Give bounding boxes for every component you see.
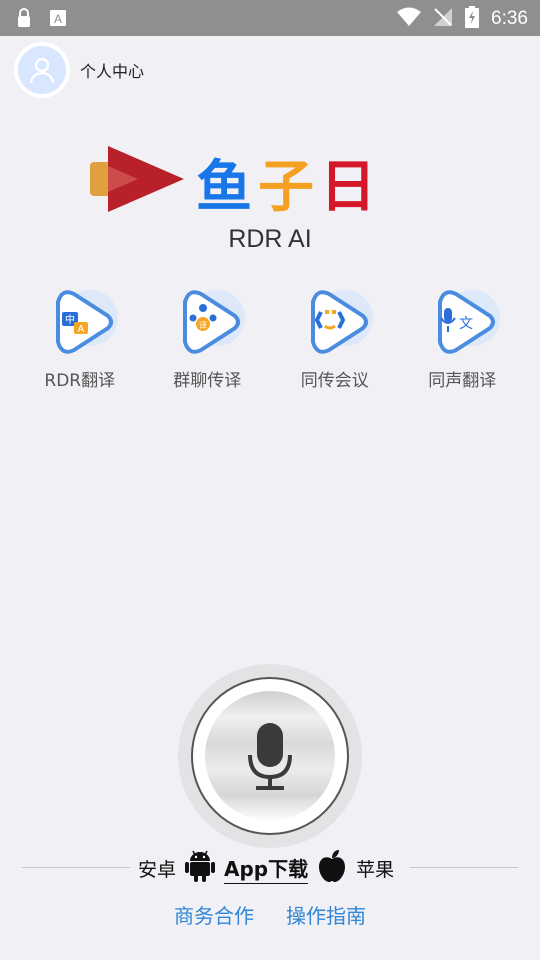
feature-meeting[interactable]: 同传会议 (271, 282, 399, 391)
feature-voice-translate[interactable]: 文 同声翻译 (399, 282, 527, 391)
app-download-link[interactable]: App下载 (224, 853, 309, 884)
guide-link[interactable]: 操作指南 (286, 900, 366, 929)
mic-inner (205, 691, 335, 821)
status-time: 6:36 (491, 8, 528, 29)
group-chat-icon: 译 (183, 290, 246, 354)
app-logo: 鱼子日 (88, 140, 458, 220)
app-name: RDR AI (228, 225, 312, 253)
feature-grid: 中 A RDR翻译 译 群聊传译 同传会议 文 同声翻译 (16, 282, 526, 391)
svg-text:A: A (54, 12, 62, 26)
voice-translate-icon: 文 (438, 290, 501, 354)
apple-icon[interactable] (316, 849, 348, 887)
lock-icon (16, 8, 32, 32)
apple-label[interactable]: 苹果 (356, 855, 394, 882)
logo-char-1: 鱼 (196, 155, 258, 220)
user-icon (29, 57, 55, 84)
no-signal-icon (433, 7, 453, 31)
download-row: 安卓 App下载 苹果 (22, 848, 518, 888)
mic-ring (191, 677, 349, 835)
svg-text:A: A (77, 324, 84, 335)
android-label[interactable]: 安卓 (138, 855, 176, 882)
logo-char-3: 日 (320, 155, 382, 220)
play-logo-icon (90, 146, 184, 212)
wifi-icon (397, 7, 422, 31)
android-icon[interactable] (184, 849, 216, 887)
translate-icon: 中 A (55, 290, 118, 354)
avatar[interactable] (14, 42, 70, 98)
mic-button[interactable] (178, 664, 362, 848)
business-link[interactable]: 商务合作 (174, 900, 254, 929)
font-a-icon: A (50, 8, 66, 32)
footer-links: 商务合作 操作指南 (0, 900, 540, 929)
profile-label: 个人中心 (80, 62, 145, 81)
logo-text: 鱼子日 (196, 142, 382, 223)
feature-label: RDR翻译 (44, 371, 116, 391)
divider-left (22, 867, 130, 868)
feature-group-chat[interactable]: 译 群聊传译 (144, 282, 272, 391)
feature-label: 群聊传译 (173, 371, 242, 391)
feature-label: 同声翻译 (428, 371, 497, 391)
voice-translate-icon-text: 文 (459, 316, 473, 332)
profile-button[interactable]: 个人中心 (14, 42, 144, 98)
group-chat-icon-text: 译 (199, 321, 207, 330)
battery-charging-icon (465, 6, 480, 32)
feature-label: 同传会议 (300, 371, 369, 391)
microphone-icon (248, 723, 292, 790)
feature-rdr-translate[interactable]: 中 A RDR翻译 (16, 282, 144, 391)
logo-char-2: 子 (258, 155, 320, 220)
translate-icon-text: 中 (65, 313, 75, 326)
divider-right (410, 867, 518, 868)
meeting-icon (310, 290, 373, 354)
status-bar: A 6:36 (0, 0, 540, 36)
